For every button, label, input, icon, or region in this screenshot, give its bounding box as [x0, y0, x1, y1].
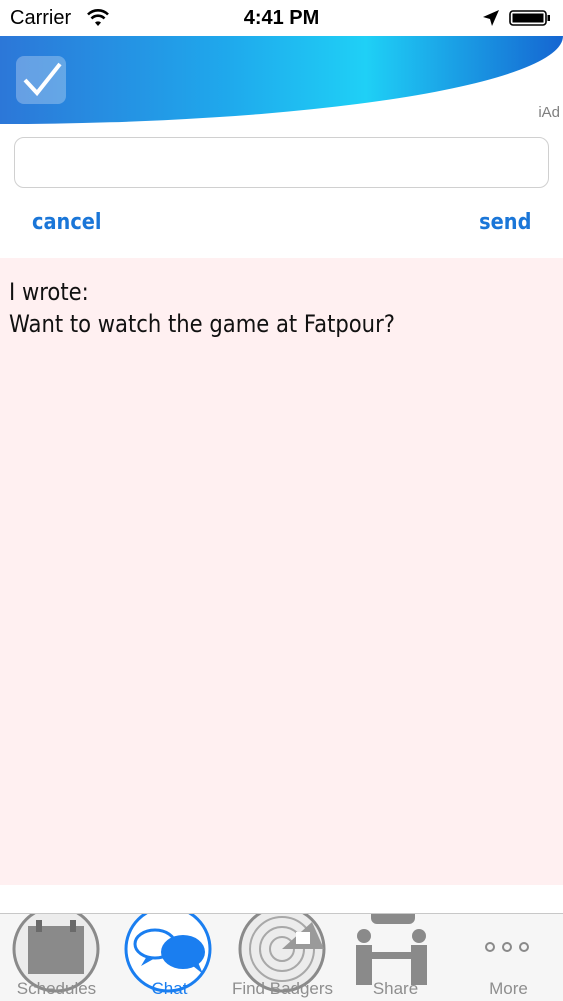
- tab-find-badgers[interactable]: Find Badgers: [226, 914, 339, 1001]
- quoted-message: I wrote: Want to watch the game at Fatpo…: [9, 276, 395, 340]
- tab-bar: Schedules Chat Find Badgers Share More: [0, 913, 563, 1001]
- cancel-button[interactable]: cancel: [32, 210, 102, 235]
- message-area: I wrote: Want to watch the game at Fatpo…: [0, 258, 563, 885]
- ad-banner-graphic: [0, 36, 563, 124]
- tab-share[interactable]: Share: [339, 914, 452, 1001]
- tab-label-share: Share: [372, 979, 419, 998]
- checkmark-icon: [16, 56, 66, 104]
- send-button[interactable]: send: [479, 210, 531, 235]
- ad-banner[interactable]: iAd: [0, 36, 563, 124]
- tab-label-schedules: Schedules: [16, 979, 97, 998]
- tab-label-more: More: [489, 979, 528, 998]
- tab-schedules[interactable]: Schedules: [0, 914, 113, 1001]
- tab-label-find-badgers: Find Badgers: [231, 979, 334, 998]
- tab-chat[interactable]: Chat: [113, 914, 226, 1001]
- tab-more[interactable]: More: [452, 914, 563, 1001]
- iad-label: iAd: [538, 104, 560, 121]
- message-input[interactable]: [14, 137, 549, 188]
- tab-label-chat: Chat: [151, 979, 188, 998]
- location-arrow-icon: [483, 10, 499, 26]
- status-bar: Carrier 4:41 PM: [0, 0, 563, 36]
- status-time: 4:41 PM: [243, 7, 320, 29]
- quote-body: Want to watch the game at Fatpour?: [9, 310, 395, 338]
- quote-intro: I wrote:: [9, 278, 89, 306]
- battery-icon: [509, 10, 550, 26]
